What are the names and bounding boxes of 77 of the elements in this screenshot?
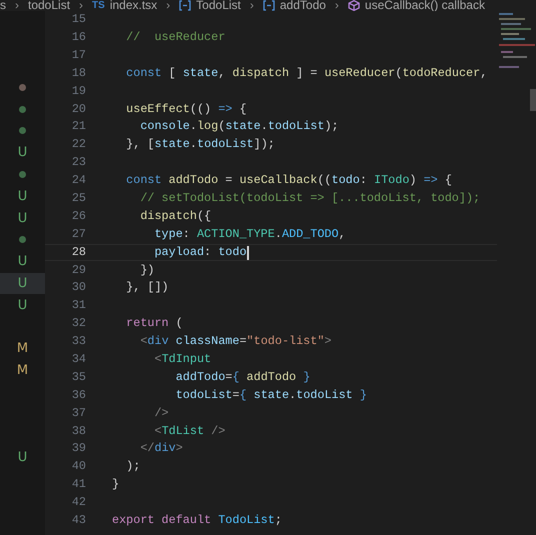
breadcrumb-item[interactable]: index.tsx xyxy=(110,0,158,11)
code-line: // setTodoList(todoList => [...todoList, todo]); xyxy=(139,190,480,208)
code-line: const [ state, dispatch ] = useReducer(todoReducer, xyxy=(125,64,488,82)
git-status-letter: U xyxy=(18,451,28,464)
git-status-letter: U xyxy=(18,255,28,268)
code-line: ); xyxy=(125,458,140,476)
line-number: 19 xyxy=(70,82,86,100)
breadcrumb-separator: › xyxy=(166,0,170,11)
code-line: type: ACTION_TYPE.ADD_TODO, xyxy=(153,226,346,243)
code-line: const addTodo = useCallback((todo: ITodo) => { xyxy=(125,172,452,190)
git-status-letter: U xyxy=(18,146,28,160)
line-number: 41 xyxy=(70,476,86,494)
git-status-letter: M xyxy=(16,342,28,356)
line-number: 35 xyxy=(70,368,86,386)
line-number: 24 xyxy=(70,172,86,190)
code-line: }, []) xyxy=(125,279,169,296)
code-line: payload: todo xyxy=(153,244,247,261)
code-line: todoList={ state.todoList } xyxy=(174,386,367,404)
code-line: <TdList /> xyxy=(153,422,226,440)
code-line: // useReducer xyxy=(125,29,226,46)
line-number: 38 xyxy=(70,422,86,440)
line-number: 25 xyxy=(70,190,86,208)
line-number: 23 xyxy=(70,154,86,172)
line-number: 26 xyxy=(70,208,86,225)
line-number: 31 xyxy=(70,297,86,314)
selected-row[interactable]: U xyxy=(0,272,45,294)
breadcrumb-separator: › xyxy=(79,0,84,11)
code-line: </div> xyxy=(139,440,183,458)
breadcrumb-separator: › xyxy=(15,0,19,11)
line-number: 22 xyxy=(70,136,86,154)
line-number: 29 xyxy=(70,262,86,279)
line-number: 33 xyxy=(70,333,86,350)
code-line: useEffect(() => { xyxy=(125,100,247,118)
breadcrumb-separator: › xyxy=(250,0,254,11)
git-status-letter: U xyxy=(18,298,28,312)
breadcrumb-separator: › xyxy=(334,0,339,11)
line-number: 42 xyxy=(70,494,86,512)
breadcrumb-item[interactable]: s xyxy=(0,0,6,11)
line-number: 21 xyxy=(70,118,86,136)
line-number: 37 xyxy=(70,404,86,422)
code-line: }) xyxy=(139,262,154,279)
code-line: addTodo={ addTodo } xyxy=(174,368,310,386)
symbol-icon xyxy=(179,0,192,11)
line-number: 34 xyxy=(70,351,86,368)
code-line: }, [state.todoList]); xyxy=(125,136,275,154)
line-number: 28 xyxy=(70,244,86,261)
git-status-letter: U xyxy=(18,190,28,203)
line-number: 43 xyxy=(70,512,86,530)
file-type-icon: TS xyxy=(92,0,105,11)
line-number: 17 xyxy=(70,46,86,64)
text-cursor xyxy=(246,246,249,260)
code-line: <TdInput xyxy=(153,351,212,368)
line-number: 27 xyxy=(70,226,86,243)
code-line: /> xyxy=(153,404,169,422)
code-line: dispatch({ xyxy=(139,208,212,225)
line-number: 18 xyxy=(70,64,86,82)
line-number: 20 xyxy=(70,100,86,118)
breadcrumb-item[interactable]: addTodo xyxy=(280,0,326,11)
breadcrumb-item[interactable]: TodoList xyxy=(196,0,241,11)
code-line: export default TodoList; xyxy=(112,512,282,530)
code-line: return ( xyxy=(125,315,183,332)
line-number: 39 xyxy=(70,440,86,458)
git-status-letter: U xyxy=(18,276,28,290)
git-status-letter: M xyxy=(16,364,28,378)
code-line: } xyxy=(112,476,120,494)
git-status-letter: U xyxy=(18,212,28,225)
line-number: 16 xyxy=(70,29,86,46)
line-number: 15 xyxy=(70,11,86,28)
line-number: 30 xyxy=(70,279,86,296)
code-line: <div className="todo-list"> xyxy=(139,333,332,350)
code-line: console.log(state.todoList); xyxy=(139,118,339,136)
breadcrumb-item[interactable]: todoList xyxy=(28,0,70,11)
symbol-icon xyxy=(262,0,275,11)
line-number: 36 xyxy=(70,386,86,404)
cube-icon xyxy=(348,0,360,11)
line-number: 40 xyxy=(70,458,86,476)
line-number: 32 xyxy=(70,315,86,332)
